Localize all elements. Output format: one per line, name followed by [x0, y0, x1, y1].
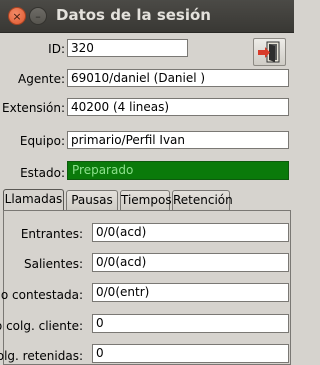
title-bar: × – Datos de la sesión — [0, 0, 294, 33]
outgoing-label: Salientes: — [23, 257, 83, 271]
minimize-button[interactable]: – — [29, 7, 47, 25]
tab-tiempos[interactable]: Tiempos — [120, 190, 172, 210]
team-row: Equipo: primario/Perfil Ivan — [0, 130, 294, 150]
incoming-label: Entrantes: — [20, 227, 83, 241]
outgoing-field[interactable]: 0/0(acd) — [92, 253, 289, 272]
session-window: ID: 320 Agente: 69010/daniel (Daniel ) E… — [0, 33, 294, 365]
team-label: Equipo: — [19, 134, 65, 148]
unanswered-label: No contestada: — [0, 288, 83, 302]
incoming-field[interactable]: 0/0(acd) — [92, 223, 289, 242]
extension-label: Extensión: — [2, 101, 65, 115]
status-label: Estado: — [20, 166, 65, 180]
agent-label: Agente: — [18, 72, 65, 86]
extension-row: Extensión: 40200 (4 lineas) — [0, 97, 294, 117]
id-label: ID: — [48, 42, 65, 56]
status-indicator: Preparado — [67, 161, 289, 180]
window-title: Datos de la sesión — [56, 6, 211, 24]
unanswered-field[interactable]: 0/0(entr) — [92, 283, 289, 302]
agent-field[interactable]: 69010/daniel (Daniel ) — [67, 69, 289, 87]
extension-field[interactable]: 40200 (4 lineas) — [67, 98, 289, 116]
calls-panel: Entrantes: 0/0(acd) Salientes: 0/0(acd) … — [0, 210, 291, 365]
status-row: Estado: Preparado — [0, 160, 294, 182]
team-field[interactable]: primario/Perfil Ivan — [67, 131, 289, 149]
tab-pausas[interactable]: Pausas — [66, 190, 118, 210]
close-button[interactable]: × — [8, 7, 26, 25]
id-field[interactable]: 320 — [67, 39, 188, 57]
held-label: Colg. retenidas: — [0, 349, 83, 363]
tab-retencion[interactable]: Retención — [172, 190, 233, 210]
agent-row: Agente: 69010/daniel (Daniel ) — [0, 68, 294, 88]
tab-llamadas[interactable]: Llamadas — [3, 189, 64, 211]
logout-door-icon — [258, 41, 280, 63]
logout-button[interactable] — [253, 38, 286, 66]
client-hangup-label: No colg. cliente: — [0, 319, 83, 333]
held-field[interactable]: 0 — [92, 344, 289, 363]
id-row: ID: 320 — [0, 38, 294, 66]
client-hangup-field[interactable]: 0 — [92, 314, 289, 333]
